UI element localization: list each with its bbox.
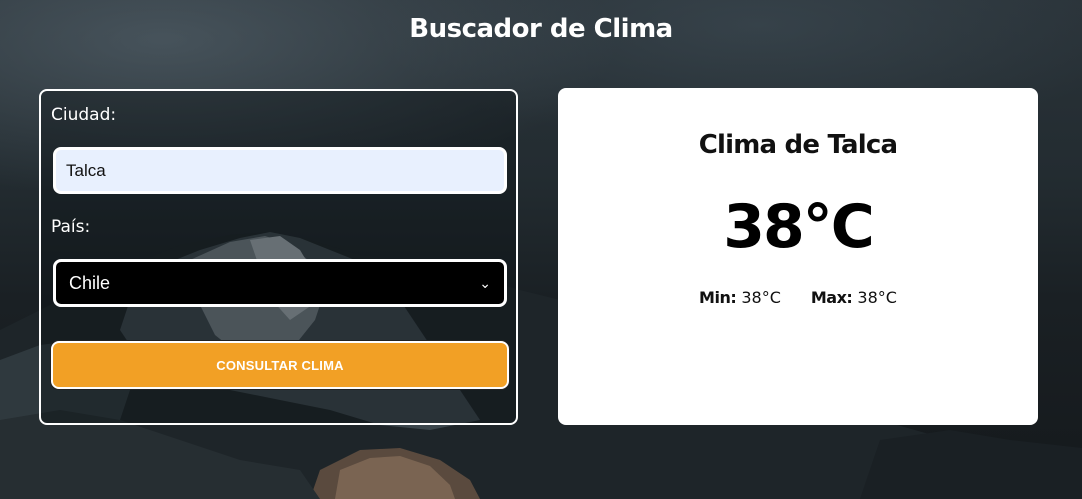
max-temperature: Max: 38°C <box>811 288 897 307</box>
city-input[interactable] <box>53 147 507 194</box>
search-form-panel: Ciudad: País: Chile ⌄ CONSULTAR CLIMA <box>39 89 518 425</box>
max-value: 38°C <box>857 288 897 307</box>
country-label: País: <box>51 217 91 237</box>
min-label: Min: <box>699 288 737 307</box>
country-select-value: Chile <box>69 272 111 293</box>
country-select[interactable]: Chile ⌄ <box>53 259 507 307</box>
result-title: Clima de Talca <box>698 130 898 160</box>
current-temperature: 38°C <box>723 192 875 262</box>
weather-result-card: Clima de Talca 38°C Min: 38°C Max: 38°C <box>558 88 1038 425</box>
chevron-down-icon: ⌄ <box>479 275 491 291</box>
city-label: Ciudad: <box>51 105 117 125</box>
page-title: Buscador de Clima <box>409 14 673 44</box>
min-max-row: Min: 38°C Max: 38°C <box>558 288 1038 307</box>
max-label: Max: <box>810 288 853 307</box>
min-value: 38°C <box>741 288 781 307</box>
min-temperature: Min: 38°C <box>699 288 781 307</box>
consult-weather-button[interactable]: CONSULTAR CLIMA <box>51 341 509 389</box>
